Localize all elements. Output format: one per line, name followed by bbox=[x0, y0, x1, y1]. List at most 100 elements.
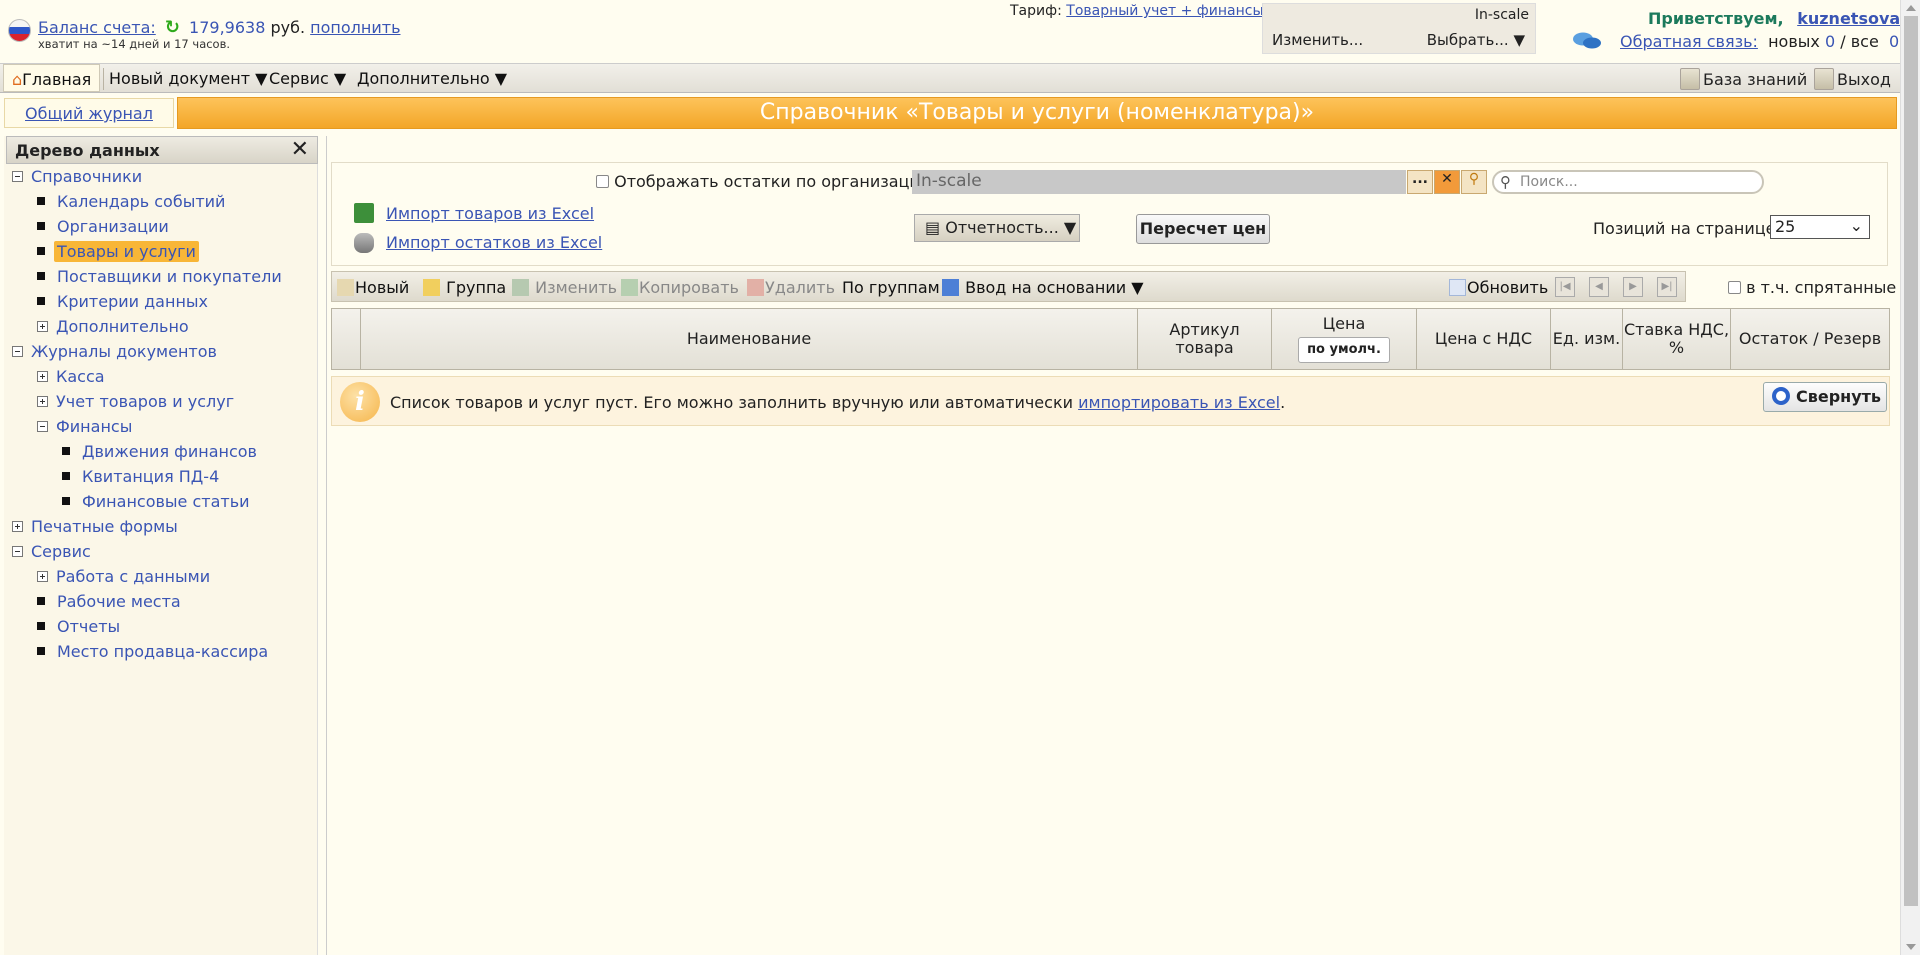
tree-item-label[interactable]: Календарь событий bbox=[54, 191, 228, 212]
column-header-unit[interactable]: Ед. изм. bbox=[1551, 309, 1623, 369]
import-goods-link[interactable]: Импорт товаров из Excel bbox=[386, 204, 594, 223]
org-filter-field[interactable]: In-scale bbox=[912, 170, 1406, 194]
tree-item-label[interactable]: Финансы bbox=[53, 416, 135, 437]
tree-item-label[interactable]: Критерии данных bbox=[54, 291, 211, 312]
balance-link[interactable]: Баланс счета: bbox=[38, 18, 156, 37]
all-count[interactable]: 0 bbox=[1889, 32, 1899, 51]
delete-button[interactable]: Удалить bbox=[747, 278, 835, 297]
tree-item-label[interactable]: Журналы документов bbox=[28, 341, 220, 362]
tree-item-label[interactable]: Отчеты bbox=[54, 616, 123, 637]
tree-item[interactable]: Место продавца-кассира bbox=[37, 642, 271, 665]
column-header-vat-rate[interactable]: Ставка НДС, % bbox=[1623, 309, 1731, 369]
expand-icon[interactable] bbox=[12, 521, 23, 532]
tree-item[interactable]: Журналы документов bbox=[12, 342, 220, 365]
username-link[interactable]: kuznetsova bbox=[1797, 9, 1900, 28]
tree-item[interactable]: Критерии данных bbox=[37, 292, 211, 315]
org-select-dropdown[interactable]: Выбрать... ▼ bbox=[1427, 31, 1525, 49]
tree-item[interactable]: Печатные формы bbox=[12, 517, 181, 540]
import-stock-link[interactable]: Импорт остатков из Excel bbox=[386, 233, 602, 252]
logout-button[interactable]: Выход bbox=[1810, 64, 1897, 92]
tree-item-label[interactable]: Квитанция ПД-4 bbox=[79, 466, 222, 487]
import-excel-link[interactable]: импортировать из Excel bbox=[1078, 393, 1280, 412]
first-page-icon[interactable]: |◀ bbox=[1555, 277, 1575, 297]
org-clear-icon[interactable]: ✕ bbox=[1434, 170, 1460, 194]
tree-item-label[interactable]: Товары и услуги bbox=[54, 241, 199, 262]
tree-item[interactable]: Финансы bbox=[37, 417, 135, 440]
scroll-down-icon[interactable] bbox=[1906, 944, 1916, 950]
tree-item-label[interactable]: Финансовые статьи bbox=[79, 491, 253, 512]
tree-item[interactable]: Квитанция ПД-4 bbox=[62, 467, 222, 490]
column-header-price-vat[interactable]: Цена с НДС bbox=[1417, 309, 1551, 369]
refresh-balance-icon[interactable]: ↻ bbox=[165, 17, 180, 38]
column-header-stock[interactable]: Остаток / Резерв bbox=[1731, 309, 1889, 369]
tree-item[interactable]: Организации bbox=[37, 217, 172, 240]
menu-new-document[interactable]: Новый документ ▼ bbox=[109, 69, 267, 88]
collapse-icon[interactable] bbox=[12, 546, 23, 557]
collapse-icon[interactable] bbox=[12, 171, 23, 182]
price-type-button[interactable]: по умолч. bbox=[1298, 337, 1390, 363]
org-search-icon[interactable]: ⚲ bbox=[1461, 170, 1487, 194]
expand-icon[interactable] bbox=[37, 371, 48, 382]
tree-item[interactable]: Движения финансов bbox=[62, 442, 260, 465]
tree-item[interactable]: Дополнительно bbox=[37, 317, 192, 340]
next-page-icon[interactable]: ▶ bbox=[1623, 277, 1643, 297]
tree-item-label[interactable]: Движения финансов bbox=[79, 441, 260, 462]
column-header-article[interactable]: Артикул товара bbox=[1138, 309, 1272, 369]
collapse-icon[interactable] bbox=[37, 421, 48, 432]
tariff-link[interactable]: Товарный учет + финансы bbox=[1066, 3, 1263, 19]
tree-item-label[interactable]: Учет товаров и услуг bbox=[53, 391, 237, 412]
tree-item[interactable]: Работа с данными bbox=[37, 567, 213, 590]
tree-item[interactable]: Отчеты bbox=[37, 617, 123, 640]
new-count[interactable]: 0 bbox=[1825, 32, 1835, 51]
tree-item-label[interactable]: Работа с данными bbox=[53, 566, 213, 587]
tree-item[interactable]: Сервис bbox=[12, 542, 94, 565]
column-header-select[interactable] bbox=[332, 309, 361, 369]
knowledge-base-button[interactable]: База знаний bbox=[1676, 64, 1813, 92]
menu-service[interactable]: Сервис ▼ bbox=[269, 69, 346, 88]
collapse-icon[interactable] bbox=[12, 346, 23, 357]
tree-item-label[interactable]: Сервис bbox=[28, 541, 94, 562]
expand-icon[interactable] bbox=[37, 571, 48, 582]
group-button[interactable]: Группа bbox=[423, 278, 506, 297]
last-page-icon[interactable]: ▶| bbox=[1657, 277, 1677, 297]
by-groups-button[interactable]: По группам bbox=[842, 278, 940, 297]
menu-home[interactable]: ⌂Главная bbox=[3, 64, 101, 92]
top-up-link[interactable]: пополнить bbox=[310, 18, 400, 37]
tree-item[interactable]: Календарь событий bbox=[37, 192, 228, 215]
tree-item[interactable]: Рабочие места bbox=[37, 592, 184, 615]
menu-extra[interactable]: Дополнительно ▼ bbox=[357, 69, 507, 88]
tree-item-label[interactable]: Дополнительно bbox=[53, 316, 192, 337]
column-header-name[interactable]: Наименование bbox=[361, 309, 1138, 369]
tree-item[interactable]: Финансовые статьи bbox=[62, 492, 253, 515]
tree-item-label[interactable]: Рабочие места bbox=[54, 591, 184, 612]
tree-item-label[interactable]: Касса bbox=[53, 366, 108, 387]
org-change-button[interactable]: Изменить... bbox=[1272, 31, 1363, 49]
prev-page-icon[interactable]: ◀ bbox=[1589, 277, 1609, 297]
reports-dropdown[interactable]: ▤ Отчетность... ▼ bbox=[914, 214, 1080, 242]
org-balance-checkbox[interactable] bbox=[596, 175, 609, 188]
recalc-prices-button[interactable]: Пересчет цен bbox=[1136, 214, 1270, 244]
column-header-price[interactable]: Цена по умолч. bbox=[1272, 309, 1417, 369]
page-scrollbar[interactable] bbox=[1900, 0, 1920, 955]
per-page-select[interactable]: 25 ⌄ bbox=[1770, 215, 1870, 239]
expand-icon[interactable] bbox=[37, 396, 48, 407]
scroll-up-icon[interactable] bbox=[1906, 5, 1916, 11]
feedback-link[interactable]: Обратная связь: bbox=[1620, 32, 1758, 51]
close-icon[interactable]: ✕ bbox=[291, 137, 309, 162]
org-pick-button[interactable]: ... bbox=[1407, 170, 1433, 194]
collapse-button[interactable]: Свернуть bbox=[1763, 382, 1887, 412]
tree-item-label[interactable]: Справочники bbox=[28, 166, 145, 187]
expand-icon[interactable] bbox=[37, 321, 48, 332]
refresh-button[interactable]: Обновить bbox=[1449, 278, 1548, 297]
new-button[interactable]: Новый bbox=[337, 278, 409, 297]
tree-item[interactable]: Товары и услуги bbox=[37, 241, 199, 265]
edit-button[interactable]: Изменить bbox=[512, 278, 617, 297]
based-on-dropdown[interactable]: Ввод на основании ▼ bbox=[942, 278, 1144, 297]
copy-button[interactable]: Копировать bbox=[621, 278, 739, 297]
tree-item[interactable]: Поставщики и покупатели bbox=[37, 267, 285, 290]
tree-item-label[interactable]: Печатные формы bbox=[28, 516, 181, 537]
org-balance-filter[interactable]: Отображать остатки по организации bbox=[596, 172, 930, 191]
search-input[interactable]: ⚲ Поиск... bbox=[1492, 170, 1764, 194]
include-hidden-checkbox[interactable] bbox=[1728, 281, 1741, 294]
tree-item-label[interactable]: Организации bbox=[54, 216, 172, 237]
